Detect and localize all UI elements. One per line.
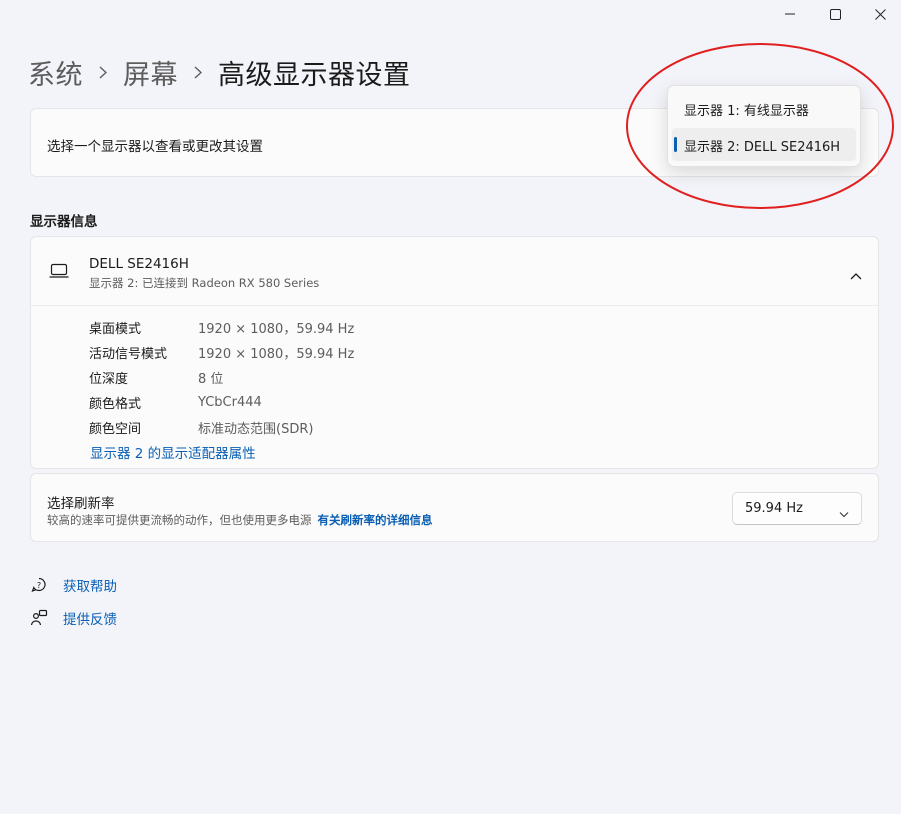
- close-icon: [874, 8, 886, 20]
- flyout-option-display-1[interactable]: 显示器 1: 有线显示器: [672, 92, 856, 125]
- refresh-rate-title: 选择刷新率: [47, 496, 115, 512]
- info-value: YCbCr444: [198, 395, 262, 410]
- section-title-display-info: 显示器信息: [30, 214, 98, 230]
- info-row: 桌面模式 1920 × 1080，59.94 Hz: [89, 315, 354, 340]
- display-info-header[interactable]: DELL SE2416H 显示器 2: 已连接到 Radeon RX 580 S…: [31, 237, 878, 306]
- get-help-link[interactable]: ? 获取帮助: [30, 575, 117, 595]
- info-row: 位深度 8 位: [89, 365, 354, 390]
- svg-text:?: ?: [37, 581, 41, 590]
- info-row: 颜色空间 标准动态范围(SDR): [89, 415, 354, 440]
- get-help-label: 获取帮助: [63, 579, 117, 595]
- breadcrumb-item-system[interactable]: 系统: [28, 53, 83, 92]
- info-key: 活动信号模式: [89, 347, 168, 362]
- info-value: 1920 × 1080，59.94 Hz: [198, 347, 355, 362]
- refresh-rate-select[interactable]: 59.94 Hz: [732, 492, 862, 525]
- minimize-button[interactable]: [767, 0, 813, 28]
- info-key: 颜色空间: [89, 422, 142, 437]
- refresh-rate-description-text: 较高的速率可提供更流畅的动作，但也使用更多电源: [47, 513, 312, 527]
- flyout-option-label: 显示器 1: 有线显示器: [684, 104, 809, 119]
- info-key: 颜色格式: [89, 397, 142, 412]
- flyout-option-label: 显示器 2: DELL SE2416H: [684, 140, 841, 155]
- info-value: 1920 × 1080，59.94 Hz: [198, 322, 355, 337]
- monitor-name: DELL SE2416H: [89, 256, 189, 272]
- chevron-down-icon: [839, 503, 849, 522]
- flyout-option-display-2[interactable]: 显示器 2: DELL SE2416H: [672, 128, 856, 161]
- chevron-up-icon[interactable]: [850, 265, 862, 284]
- info-key: 桌面模式: [89, 322, 142, 337]
- help-icon: ?: [30, 576, 48, 594]
- selection-indicator: [674, 137, 677, 152]
- refresh-rate-value: 59.94 Hz: [745, 501, 803, 516]
- display-info-rows: 桌面模式 1920 × 1080，59.94 Hz 活动信号模式 1920 × …: [89, 315, 354, 440]
- refresh-rate-description: 较高的速率可提供更流畅的动作，但也使用更多电源 有关刷新率的详细信息: [47, 512, 433, 528]
- breadcrumb: 系统 屏幕 高级显示器设置: [28, 52, 411, 92]
- refresh-rate-info-link[interactable]: 有关刷新率的详细信息: [318, 513, 433, 527]
- give-feedback-label: 提供反馈: [63, 612, 117, 628]
- display-info-card: DELL SE2416H 显示器 2: 已连接到 Radeon RX 580 S…: [30, 236, 879, 469]
- give-feedback-link[interactable]: 提供反馈: [30, 608, 117, 628]
- feedback-icon: [30, 609, 48, 627]
- monitor-icon: [49, 263, 69, 283]
- info-value: 标准动态范围(SDR): [198, 422, 314, 437]
- info-row: 颜色格式 YCbCr444: [89, 390, 354, 415]
- info-row: 活动信号模式 1920 × 1080，59.94 Hz: [89, 340, 354, 365]
- close-button[interactable]: [857, 0, 901, 28]
- minimize-icon: [785, 13, 795, 15]
- maximize-button[interactable]: [812, 0, 858, 28]
- breadcrumb-item-display[interactable]: 屏幕: [123, 53, 178, 92]
- info-key: 位深度: [89, 372, 129, 387]
- chevron-right-icon: [99, 65, 107, 79]
- monitor-subtitle: 显示器 2: 已连接到 Radeon RX 580 Series: [89, 276, 320, 290]
- adapter-properties-link[interactable]: 显示器 2 的显示适配器属性: [90, 442, 256, 462]
- page-title: 高级显示器设置: [218, 59, 411, 91]
- info-value: 8 位: [198, 372, 224, 387]
- chevron-right-icon: [194, 65, 202, 79]
- display-select-flyout: 显示器 1: 有线显示器 显示器 2: DELL SE2416H: [667, 85, 861, 167]
- refresh-rate-card: 选择刷新率 较高的速率可提供更流畅的动作，但也使用更多电源 有关刷新率的详细信息 …: [30, 473, 879, 542]
- select-display-label: 选择一个显示器以查看或更改其设置: [47, 139, 263, 155]
- maximize-icon: [829, 8, 841, 20]
